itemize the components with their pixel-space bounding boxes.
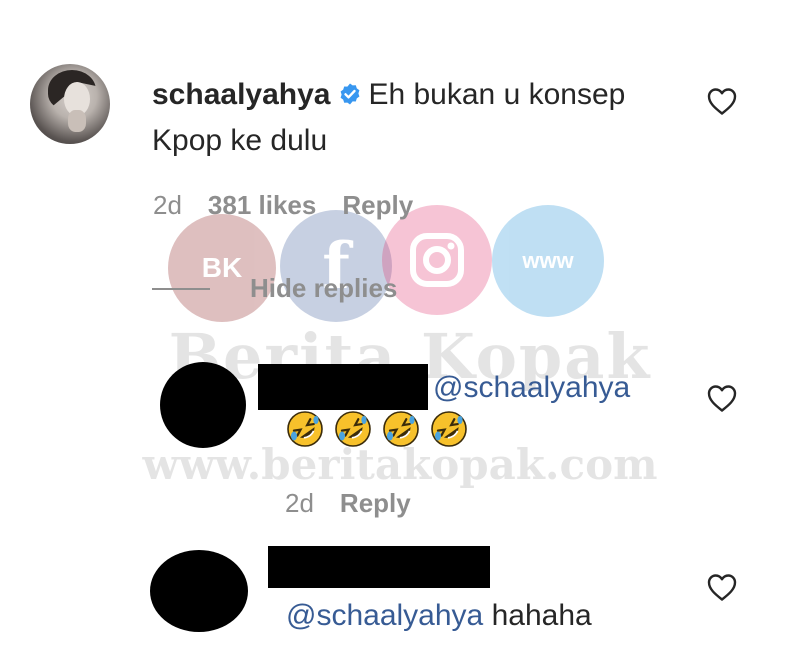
emoji-row bbox=[286, 410, 468, 448]
comment-meta: 2d 381 likes Reply bbox=[153, 190, 439, 221]
reply-button[interactable]: Reply bbox=[340, 488, 411, 518]
verified-badge-icon bbox=[341, 83, 360, 105]
divider bbox=[152, 287, 210, 290]
reply-text: @schaalyahya hahaha bbox=[286, 596, 592, 636]
timestamp: 2d bbox=[285, 488, 314, 518]
main-comment-text: schaalyahya Eh bukan u konsep Kpop ke dul… bbox=[152, 72, 672, 164]
reply-meta: 2d Reply bbox=[285, 488, 437, 519]
username-link[interactable]: schaalyahya bbox=[152, 78, 330, 111]
reply-button[interactable]: Reply bbox=[342, 190, 413, 220]
reply-body: hahaha bbox=[491, 599, 592, 632]
heart-icon[interactable] bbox=[706, 86, 738, 116]
heart-icon[interactable] bbox=[706, 572, 738, 602]
watermark-instagram-icon bbox=[382, 205, 492, 315]
avatar[interactable] bbox=[30, 64, 110, 144]
rolling-on-floor-laughing-emoji bbox=[383, 411, 419, 447]
hide-replies-label: Hide replies bbox=[250, 273, 398, 303]
redacted-username bbox=[268, 546, 490, 588]
watermark-globe-icon: www bbox=[492, 205, 604, 317]
mention-link[interactable]: @schaalyahya bbox=[433, 368, 630, 408]
hide-replies-button[interactable]: Hide replies bbox=[152, 273, 397, 304]
watermark-facebook-icon: f bbox=[280, 210, 392, 322]
rolling-on-floor-laughing-emoji bbox=[335, 411, 371, 447]
watermark-bk-logo: BK bbox=[168, 214, 276, 322]
likes-count[interactable]: 381 likes bbox=[208, 190, 316, 220]
timestamp: 2d bbox=[153, 190, 182, 220]
mention-link[interactable]: @schaalyahya bbox=[286, 599, 483, 632]
reply-avatar[interactable] bbox=[150, 550, 248, 632]
rolling-on-floor-laughing-emoji bbox=[431, 411, 467, 447]
reply-avatar[interactable] bbox=[160, 362, 246, 448]
redacted-username bbox=[258, 364, 428, 410]
heart-icon[interactable] bbox=[706, 383, 738, 413]
rolling-on-floor-laughing-emoji bbox=[287, 411, 323, 447]
